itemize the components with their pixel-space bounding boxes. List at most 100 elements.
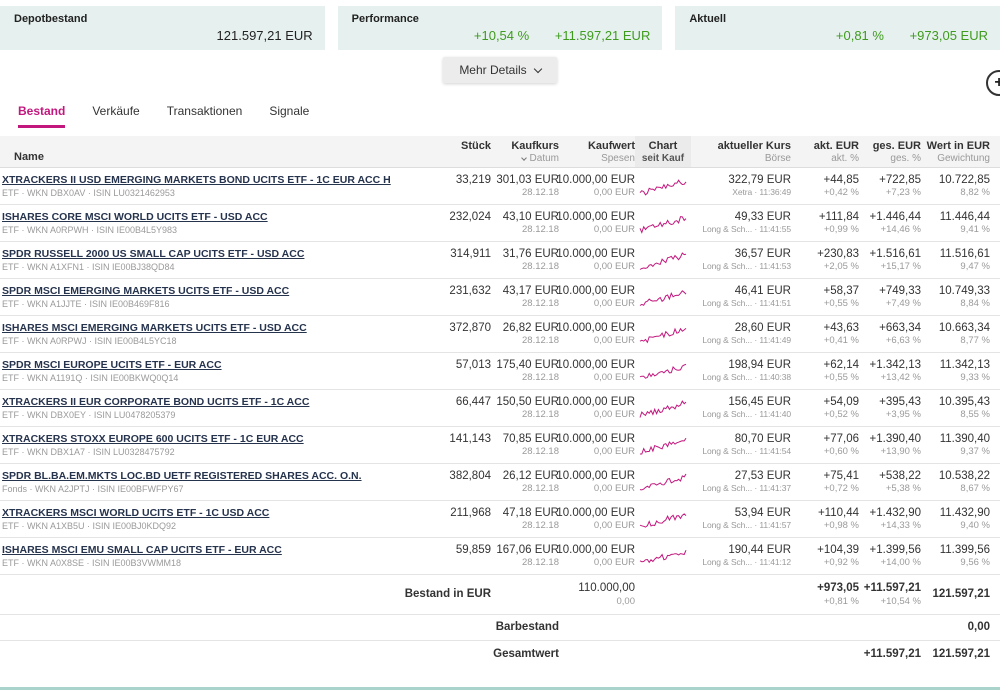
plus-circle-icon[interactable]: + — [986, 70, 1000, 96]
kaufwert-cell: 10.000,00 EUR 0,00 EUR — [559, 316, 635, 352]
security-link[interactable]: XTRACKERS II USD EMERGING MARKETS BOND U… — [2, 174, 435, 186]
ges-eur-cell: +395,43 +3,95 % — [859, 390, 921, 426]
sparkline-chart — [639, 508, 687, 530]
sparkline-chart — [639, 212, 687, 234]
aktueller-kurs-cell: 53,94 EUR Long & Sch... · 11:41:57 — [691, 501, 791, 537]
security-link[interactable]: XTRACKERS STOXX EUROPE 600 UCITS ETF - 1… — [2, 433, 435, 445]
col-header-kaufwert[interactable]: Kaufwert Spesen — [559, 136, 635, 167]
aktuell-label: Aktuell — [689, 13, 988, 25]
table-footer: Bestand in EUR 110.000,00 0,00 +973,05 +… — [0, 575, 1000, 668]
ges-eur-cell: +722,85 +7,23 % — [859, 168, 921, 204]
table-row: ISHARES CORE MSCI WORLD UCITS ETF - USD … — [0, 205, 1000, 242]
chart-cell[interactable] — [635, 353, 691, 389]
name-cell: XTRACKERS II EUR CORPORATE BOND UCITS ET… — [0, 390, 443, 426]
table-row: ISHARES MSCI EMERGING MARKETS UCITS ETF … — [0, 316, 1000, 353]
wert-cell: 11.446,44 9,41 % — [921, 205, 1000, 241]
ges-eur-cell: +1.446,44 +14,46 % — [859, 205, 921, 241]
chart-cell[interactable] — [635, 390, 691, 426]
plus-glyph: + — [994, 74, 1000, 92]
stueck-cell: 372,870 — [443, 316, 491, 352]
kaufwert-cell: 10.000,00 EUR 0,00 EUR — [559, 353, 635, 389]
name-cell: SPDR BL.BA.EM.MKTS LOC.BD UETF REGISTERE… — [0, 464, 443, 500]
chart-cell[interactable] — [635, 279, 691, 315]
security-meta: ETF · WKN DBX0EY · ISIN LU0478205379 — [2, 410, 435, 420]
col-header-wert[interactable]: Wert in EUR Gewichtung — [921, 136, 1000, 167]
col-header-name[interactable]: Name — [0, 136, 443, 167]
security-link[interactable]: SPDR RUSSELL 2000 US SMALL CAP UCITS ETF… — [2, 248, 435, 260]
kaufkurs-cell: 175,40 EUR 28.12.18 — [491, 353, 559, 389]
table-row: XTRACKERS II USD EMERGING MARKETS BOND U… — [0, 168, 1000, 205]
wert-cell: 11.432,90 9,40 % — [921, 501, 1000, 537]
chevron-down-icon — [533, 64, 541, 72]
security-link[interactable]: ISHARES MSCI EMERGING MARKETS UCITS ETF … — [2, 322, 435, 334]
akt-eur-cell: +75,41 +0,72 % — [791, 464, 859, 500]
wert-cell: 10.749,33 8,84 % — [921, 279, 1000, 315]
chart-cell[interactable] — [635, 427, 691, 463]
ges-eur-cell: +663,34 +6,63 % — [859, 316, 921, 352]
security-link[interactable]: ISHARES CORE MSCI WORLD UCITS ETF - USD … — [2, 211, 435, 223]
kaufkurs-cell: 167,06 EUR 28.12.18 — [491, 538, 559, 574]
kaufkurs-cell: 47,18 EUR 28.12.18 — [491, 501, 559, 537]
aktueller-kurs-cell: 80,70 EUR Long & Sch... · 11:41:54 — [691, 427, 791, 463]
security-link[interactable]: SPDR BL.BA.EM.MKTS LOC.BD UETF REGISTERE… — [2, 470, 435, 482]
more-details-button[interactable]: Mehr Details — [443, 57, 556, 83]
kaufwert-cell: 10.000,00 EUR 0,00 EUR — [559, 464, 635, 500]
security-link[interactable]: XTRACKERS MSCI WORLD UCITS ETF - 1C USD … — [2, 507, 435, 519]
security-meta: ETF · WKN A0RPWJ · ISIN IE00B4L5YC18 — [2, 336, 435, 346]
chart-cell[interactable] — [635, 242, 691, 278]
col-header-akt-eur[interactable]: akt. EUR akt. % — [791, 136, 859, 167]
akt-eur-cell: +110,44 +0,98 % — [791, 501, 859, 537]
kaufwert-cell: 10.000,00 EUR 0,00 EUR — [559, 205, 635, 241]
stueck-cell: 33,219 — [443, 168, 491, 204]
security-meta: ETF · WKN A1XB5U · ISIN IE00BJ0KDQ92 — [2, 521, 435, 531]
security-link[interactable]: SPDR MSCI EMERGING MARKETS UCITS ETF - U… — [2, 285, 435, 297]
tab-bar: Bestand Verkäufe Transaktionen Signale — [18, 104, 1000, 128]
ges-eur-cell: +1.432,90 +14,33 % — [859, 501, 921, 537]
chart-cell[interactable] — [635, 538, 691, 574]
performance-card: Performance +10,54 % +11.597,21 EUR — [338, 6, 663, 50]
summary-bar: Depotbestand 121.597,21 EUR Performance … — [0, 6, 1000, 50]
table-row: ISHARES MSCI EMU SMALL CAP UCITS ETF - E… — [0, 538, 1000, 575]
sparkline-chart — [639, 175, 687, 197]
tab-transaktionen[interactable]: Transaktionen — [167, 104, 243, 128]
tab-verkaeufe[interactable]: Verkäufe — [92, 104, 139, 128]
sparkline-chart — [639, 249, 687, 271]
name-cell: XTRACKERS MSCI WORLD UCITS ETF - 1C USD … — [0, 501, 443, 537]
chart-cell[interactable] — [635, 464, 691, 500]
kaufkurs-cell: 43,10 EUR 28.12.18 — [491, 205, 559, 241]
aktueller-kurs-cell: 49,33 EUR Long & Sch... · 11:41:55 — [691, 205, 791, 241]
security-link[interactable]: SPDR MSCI EUROPE UCITS ETF - EUR ACC — [2, 359, 435, 371]
name-cell: ISHARES MSCI EMERGING MARKETS UCITS ETF … — [0, 316, 443, 352]
bestand-kaufwert-cell: 110.000,00 0,00 — [559, 575, 635, 614]
kaufkurs-cell: 150,50 EUR 28.12.18 — [491, 390, 559, 426]
security-link[interactable]: XTRACKERS II EUR CORPORATE BOND UCITS ET… — [2, 396, 435, 408]
more-details-label: Mehr Details — [459, 63, 526, 77]
stueck-cell: 141,143 — [443, 427, 491, 463]
akt-eur-cell: +54,09 +0,52 % — [791, 390, 859, 426]
col-header-chart[interactable]: Chart seit Kauf — [635, 136, 691, 167]
chart-cell[interactable] — [635, 205, 691, 241]
security-meta: ETF · WKN DBX1A7 · ISIN LU0328475792 — [2, 447, 435, 457]
tab-signale[interactable]: Signale — [269, 104, 309, 128]
stueck-cell: 59,859 — [443, 538, 491, 574]
security-meta: ETF · WKN A0RPWH · ISIN IE00B4L5Y983 — [2, 225, 435, 235]
sparkline-chart — [639, 323, 687, 345]
ges-eur-cell: +1.390,40 +13,90 % — [859, 427, 921, 463]
tab-bestand[interactable]: Bestand — [18, 104, 65, 128]
kaufwert-cell: 10.000,00 EUR 0,00 EUR — [559, 242, 635, 278]
name-cell: XTRACKERS II USD EMERGING MARKETS BOND U… — [0, 168, 443, 204]
table-row: XTRACKERS II EUR CORPORATE BOND UCITS ET… — [0, 390, 1000, 427]
name-cell: SPDR MSCI EUROPE UCITS ETF - EUR ACC ETF… — [0, 353, 443, 389]
chart-cell[interactable] — [635, 168, 691, 204]
col-header-ges-eur[interactable]: ges. EUR ges. % — [859, 136, 921, 167]
chart-cell[interactable] — [635, 501, 691, 537]
name-cell: SPDR RUSSELL 2000 US SMALL CAP UCITS ETF… — [0, 242, 443, 278]
col-header-stueck[interactable]: Stück — [443, 136, 491, 167]
kaufwert-cell: 10.000,00 EUR 0,00 EUR — [559, 538, 635, 574]
stueck-cell: 211,968 — [443, 501, 491, 537]
chart-cell[interactable] — [635, 316, 691, 352]
col-header-kaufkurs[interactable]: Kaufkurs Datum — [491, 136, 559, 167]
wert-cell: 11.399,56 9,56 % — [921, 538, 1000, 574]
col-header-aktueller-kurs[interactable]: aktueller Kurs Börse — [691, 136, 791, 167]
security-link[interactable]: ISHARES MSCI EMU SMALL CAP UCITS ETF - E… — [2, 544, 435, 556]
